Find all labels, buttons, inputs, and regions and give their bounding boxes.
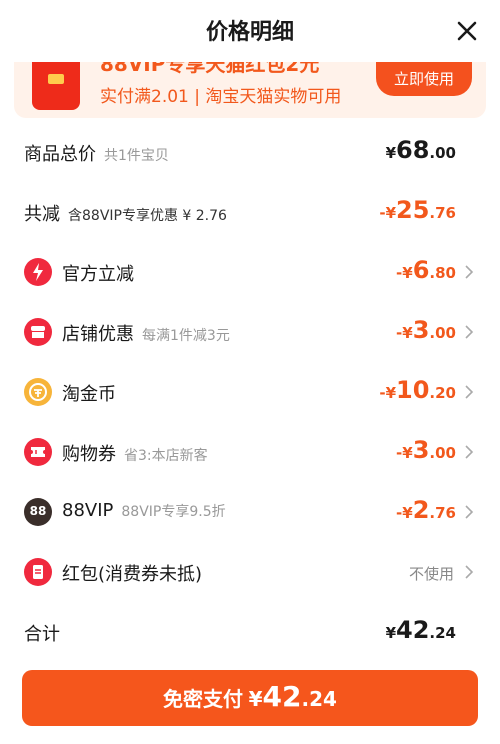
row-label: 商品总价 bbox=[24, 144, 96, 165]
row-amount: ¥68.00 bbox=[385, 136, 456, 164]
sheet-header: 价格明细 bbox=[0, 0, 500, 62]
row-amount: -¥25.76 bbox=[379, 196, 456, 224]
row-red-packet[interactable]: 红包(消费券未抵) 不使用 bbox=[0, 552, 500, 592]
row-label: 店铺优惠 bbox=[62, 324, 134, 345]
row-label: 官方立减 bbox=[62, 264, 134, 285]
red-packet-status: 不使用 bbox=[408, 565, 454, 583]
row-amount: -¥10.20 bbox=[379, 376, 456, 404]
lightning-icon bbox=[24, 258, 52, 286]
row-hint: 88VIP专享9.5折 bbox=[121, 504, 226, 520]
row-88vip[interactable]: 88 88VIP 88VIP专享9.5折 -¥2.76 bbox=[0, 492, 500, 532]
row-amount: -¥2.76 bbox=[396, 496, 456, 524]
chevron-right-icon bbox=[465, 445, 474, 459]
row-label: 合计 bbox=[24, 624, 60, 645]
row-hint: 共1件宝贝 bbox=[104, 148, 169, 164]
red-packet-icon bbox=[32, 62, 80, 110]
row-tao-coin[interactable]: 淘金币 -¥10.20 bbox=[0, 372, 500, 412]
row-label: 购物券 bbox=[62, 444, 116, 465]
row-official-discount[interactable]: 官方立减 -¥6.80 bbox=[0, 252, 500, 292]
banner-subtitle: 实付满2.01 | 淘宝天猫实物可用 bbox=[100, 87, 342, 107]
pay-button-label: 免密支付 bbox=[163, 687, 244, 711]
row-label: 淘金币 bbox=[62, 384, 116, 405]
row-label: 红包(消费券未抵) bbox=[62, 564, 203, 585]
coin-icon bbox=[24, 378, 52, 406]
ticket-icon bbox=[24, 438, 52, 466]
row-label: 88VIP bbox=[62, 500, 114, 521]
vip-red-packet-banner: 88VIP专享天猫红包2元 实付满2.01 | 淘宝天猫实物可用 立即使用 bbox=[14, 62, 486, 118]
use-now-button[interactable]: 立即使用 bbox=[376, 62, 472, 96]
row-shop-discount[interactable]: 店铺优惠 每满1件减3元 -¥3.00 bbox=[0, 312, 500, 352]
chevron-right-icon bbox=[465, 565, 474, 579]
chevron-right-icon bbox=[465, 385, 474, 399]
red-packet-icon bbox=[24, 558, 52, 586]
row-hint: 每满1件减3元 bbox=[142, 328, 230, 344]
chevron-right-icon bbox=[465, 265, 474, 279]
page-title: 价格明细 bbox=[205, 20, 294, 45]
banner-title: 88VIP专享天猫红包2元 bbox=[100, 62, 320, 76]
row-amount: -¥3.00 bbox=[396, 436, 456, 464]
row-total-price: 商品总价 共1件宝贝 ¥68.00 bbox=[0, 132, 500, 172]
chevron-right-icon bbox=[465, 325, 474, 339]
shop-icon bbox=[24, 318, 52, 346]
row-amount: -¥6.80 bbox=[396, 256, 456, 284]
row-amount: ¥42.24 bbox=[385, 616, 456, 644]
row-amount: -¥3.00 bbox=[396, 316, 456, 344]
row-hint: 含88VIP专享优惠 ¥ 2.76 bbox=[68, 208, 227, 224]
vip-badge-icon: 88 bbox=[24, 498, 52, 526]
password-free-pay-button[interactable]: 免密支付 ¥42.24 bbox=[22, 670, 478, 726]
row-shopping-coupon[interactable]: 购物券 省3:本店新客 -¥3.00 bbox=[0, 432, 500, 472]
row-label: 共减 bbox=[24, 204, 60, 225]
chevron-right-icon bbox=[465, 505, 474, 519]
row-sum: 合计 ¥42.24 bbox=[0, 612, 500, 652]
row-hint: 省3:本店新客 bbox=[124, 448, 208, 464]
close-icon[interactable] bbox=[456, 20, 478, 42]
row-total-discount: 共减 含88VIP专享优惠 ¥ 2.76 -¥25.76 bbox=[0, 192, 500, 232]
